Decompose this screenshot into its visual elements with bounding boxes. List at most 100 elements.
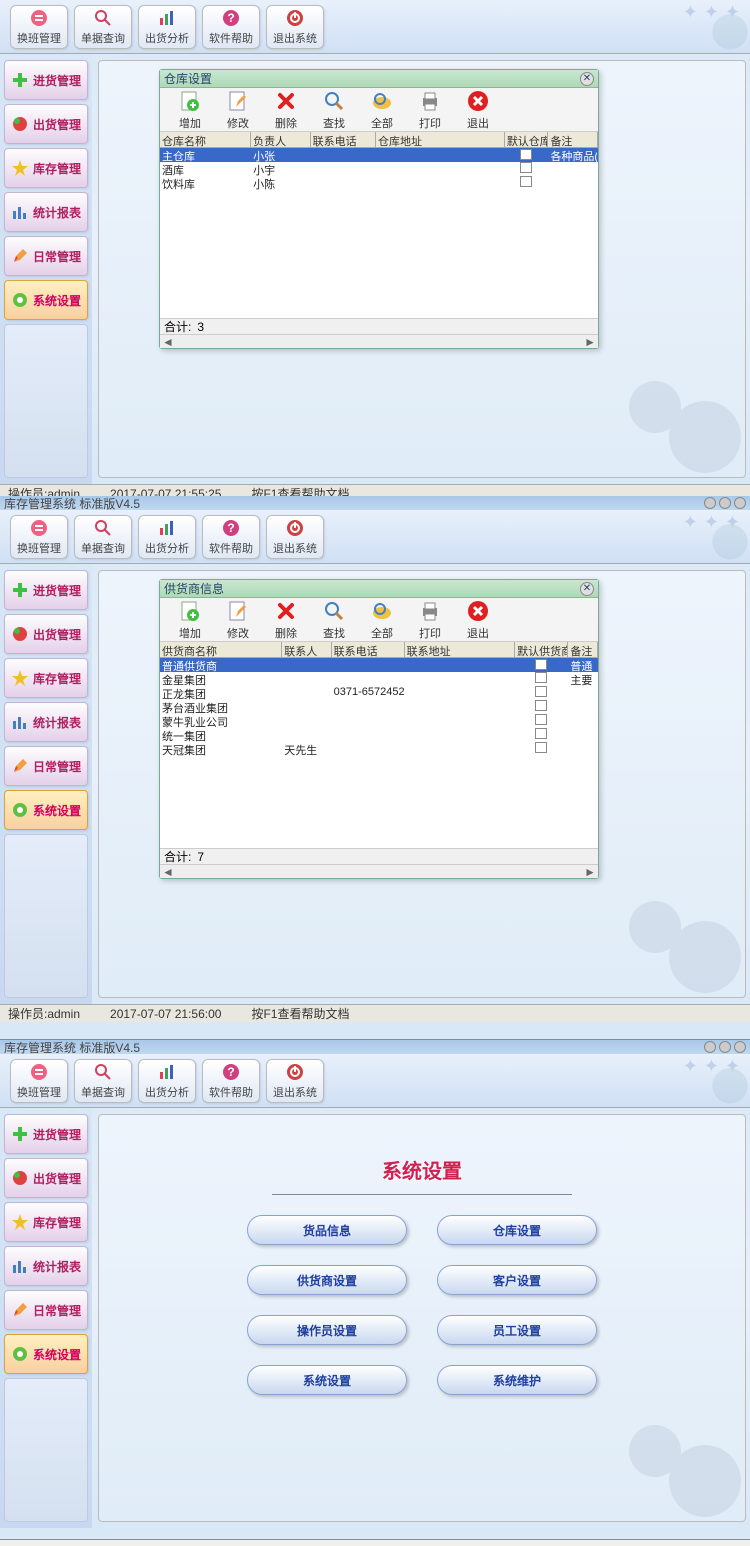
inner-tb-6[interactable]: 退出 [454, 599, 502, 641]
inner-tb-5[interactable]: 打印 [406, 599, 454, 641]
inner-tb-4[interactable]: 全部 [358, 89, 406, 131]
table-row[interactable]: 金星集团主要 [160, 672, 598, 686]
col-header[interactable]: 联系电话 [332, 642, 405, 657]
sidebar-item-4[interactable]: 日常管理 [4, 1290, 88, 1330]
main-tb-0[interactable]: 换班管理 [10, 1059, 68, 1103]
checkbox-icon[interactable] [535, 672, 547, 683]
inner-tb-1[interactable]: 修改 [214, 89, 262, 131]
table-row[interactable]: 普通供货商✓普通 [160, 658, 598, 672]
total-value: 7 [197, 850, 204, 864]
inner-tb-3[interactable]: 查找 [310, 599, 358, 641]
table-row[interactable]: 饮料库小陈 [160, 176, 598, 190]
maximize-icon[interactable] [719, 497, 731, 509]
sidebar-item-4[interactable]: 日常管理 [4, 746, 88, 786]
sidebar-item-1[interactable]: 出货管理 [4, 1158, 88, 1198]
col-header[interactable]: 仓库地址 [376, 132, 505, 147]
checkbox-icon[interactable] [520, 162, 532, 173]
col-header[interactable]: 联系地址 [405, 642, 515, 657]
checkbox-icon[interactable] [535, 686, 547, 697]
scroll-track[interactable]: ◄► [160, 334, 598, 348]
sidebar-item-3[interactable]: 统计报表 [4, 702, 88, 742]
table-row[interactable]: 正龙集团0371-6572452 13 [160, 686, 598, 700]
col-header[interactable]: 默认供货商 [515, 642, 568, 657]
inner-tb-5[interactable]: 打印 [406, 89, 454, 131]
main-tb-4[interactable]: 退出系统 [266, 515, 324, 559]
table-row[interactable]: 酒库小宇 [160, 162, 598, 176]
checkbox-icon[interactable] [535, 742, 547, 753]
inner-tb-label: 全部 [371, 625, 393, 641]
main-tb-3[interactable]: ?软件帮助 [202, 1059, 260, 1103]
sidebar-item-active[interactable]: 系统设置 [4, 280, 88, 320]
sidebar-item-3[interactable]: 统计报表 [4, 1246, 88, 1286]
table-row[interactable]: 蒙牛乳业公司 [160, 714, 598, 728]
checkbox-icon[interactable]: ✓ [520, 149, 532, 160]
settings-btn-right-1[interactable]: 客户设置 [437, 1265, 597, 1295]
sidebar-item-2[interactable]: 库存管理 [4, 148, 88, 188]
sidebar-item-active[interactable]: 系统设置 [4, 1334, 88, 1374]
sidebar-item-1[interactable]: 出货管理 [4, 104, 88, 144]
main-tb-2[interactable]: 出货分析 [138, 1059, 196, 1103]
sidebar-item-2[interactable]: 库存管理 [4, 658, 88, 698]
checkbox-icon[interactable] [535, 700, 547, 711]
checkbox-icon[interactable] [535, 714, 547, 725]
checkbox-icon[interactable]: ✓ [535, 659, 547, 670]
checkbox-icon[interactable] [520, 176, 532, 187]
inner-close-icon[interactable]: ✕ [580, 72, 594, 86]
main-tb-1[interactable]: 单据查询 [74, 5, 132, 49]
col-header[interactable]: 备注 [548, 132, 598, 147]
sidebar-item-1[interactable]: 出货管理 [4, 614, 88, 654]
close-icon[interactable] [734, 497, 746, 509]
settings-btn-right-0[interactable]: 仓库设置 [437, 1215, 597, 1245]
col-header[interactable]: 备注 [568, 642, 598, 657]
main-tb-1[interactable]: 单据查询 [74, 1059, 132, 1103]
cell: 金星集团 [160, 672, 282, 686]
sidebar-item-active[interactable]: 系统设置 [4, 790, 88, 830]
table-row[interactable]: 茅台酒业集团 [160, 700, 598, 714]
close-icon[interactable] [734, 1041, 746, 1053]
inner-tb-2[interactable]: 删除 [262, 89, 310, 131]
inner-tb-0[interactable]: 增加 [166, 599, 214, 641]
table-row[interactable]: 主仓库小张✓各种商品(主 [160, 148, 598, 162]
inner-tb-2[interactable]: 删除 [262, 599, 310, 641]
minimize-icon[interactable] [704, 1041, 716, 1053]
minimize-icon[interactable] [704, 497, 716, 509]
maximize-icon[interactable] [719, 1041, 731, 1053]
col-header[interactable]: 供货商名称 [160, 642, 282, 657]
settings-btn-left-3[interactable]: 系统设置 [247, 1365, 407, 1395]
col-header[interactable]: 仓库名称 [160, 132, 251, 147]
sidebar-item-2[interactable]: 库存管理 [4, 1202, 88, 1242]
settings-btn-right-2[interactable]: 员工设置 [437, 1315, 597, 1345]
main-tb-3[interactable]: ?软件帮助 [202, 5, 260, 49]
inner-close-icon[interactable]: ✕ [580, 582, 594, 596]
sidebar-item-0[interactable]: 进货管理 [4, 60, 88, 100]
table-row[interactable]: 天冠集团天先生 [160, 742, 598, 756]
main-tb-0[interactable]: 换班管理 [10, 5, 68, 49]
col-header[interactable]: 负责人 [251, 132, 310, 147]
col-header[interactable]: 联系人 [282, 642, 331, 657]
inner-tb-6[interactable]: 退出 [454, 89, 502, 131]
col-header[interactable]: 默认仓库 [505, 132, 549, 147]
inner-tb-1[interactable]: 修改 [214, 599, 262, 641]
inner-tb-4[interactable]: 全部 [358, 599, 406, 641]
settings-btn-left-2[interactable]: 操作员设置 [247, 1315, 407, 1345]
sidebar-item-4[interactable]: 日常管理 [4, 236, 88, 276]
sidebar-item-0[interactable]: 进货管理 [4, 1114, 88, 1154]
main-tb-4[interactable]: 退出系统 [266, 5, 324, 49]
scroll-track[interactable]: ◄► [160, 864, 598, 878]
inner-tb-3[interactable]: 查找 [310, 89, 358, 131]
checkbox-icon[interactable] [535, 728, 547, 739]
settings-btn-left-1[interactable]: 供货商设置 [247, 1265, 407, 1295]
sidebar-item-3[interactable]: 统计报表 [4, 192, 88, 232]
settings-btn-left-0[interactable]: 货品信息 [247, 1215, 407, 1245]
table-row[interactable]: 统一集团 [160, 728, 598, 742]
inner-tb-0[interactable]: 增加 [166, 89, 214, 131]
main-tb-4[interactable]: 退出系统 [266, 1059, 324, 1103]
settings-btn-right-3[interactable]: 系统维护 [437, 1365, 597, 1395]
col-header[interactable]: 联系电话 [311, 132, 376, 147]
main-tb-1[interactable]: 单据查询 [74, 515, 132, 559]
main-tb-2[interactable]: 出货分析 [138, 5, 196, 49]
main-tb-2[interactable]: 出货分析 [138, 515, 196, 559]
main-tb-3[interactable]: ?软件帮助 [202, 515, 260, 559]
sidebar-item-0[interactable]: 进货管理 [4, 570, 88, 610]
main-tb-0[interactable]: 换班管理 [10, 515, 68, 559]
